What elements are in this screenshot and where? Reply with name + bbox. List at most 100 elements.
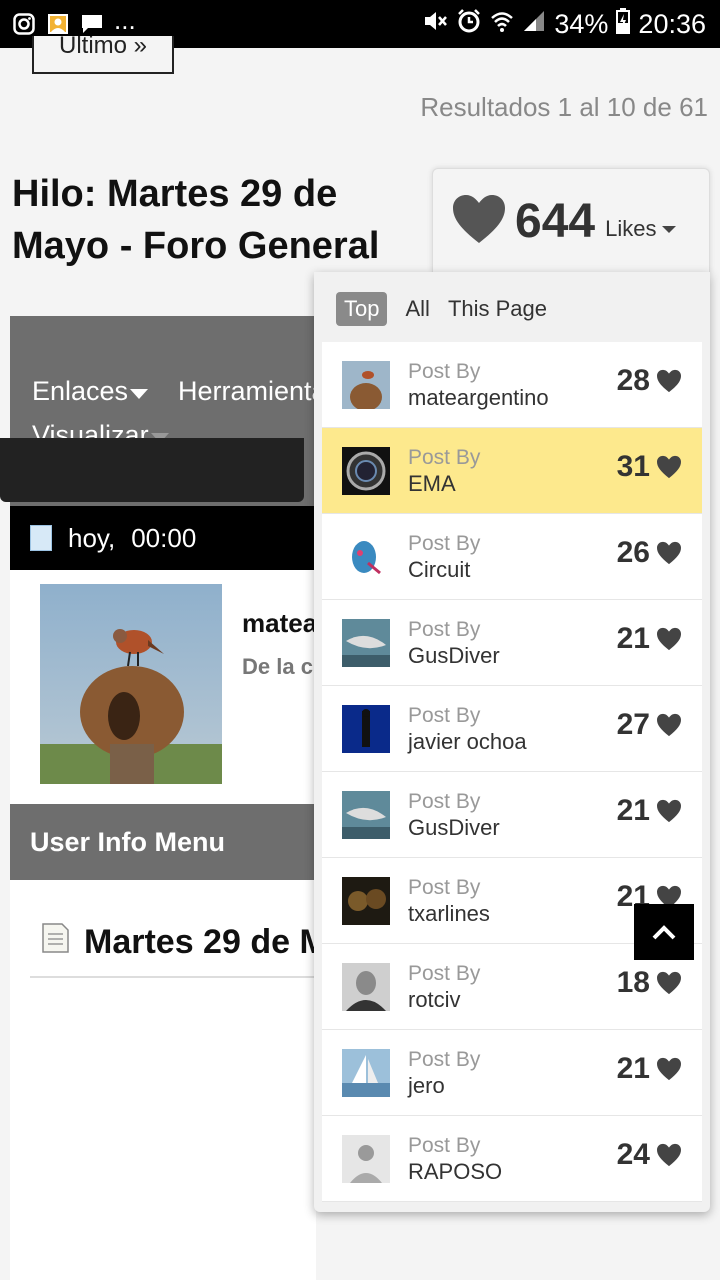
heart-icon [657, 713, 681, 737]
mute-icon [422, 9, 448, 40]
post-by-label: Post By [408, 531, 481, 555]
chevron-down-icon [662, 226, 677, 233]
liker-username[interactable]: Circuit [408, 557, 480, 583]
post-by-label: Post By [408, 445, 481, 469]
user-avatar [342, 790, 390, 839]
like-count: 28 [617, 364, 682, 398]
author-avatar[interactable] [40, 584, 222, 784]
tab-all[interactable]: All [405, 292, 429, 326]
tab-this-page[interactable]: This Page [448, 292, 547, 326]
signal-icon [522, 9, 546, 40]
like-count: 31 [617, 450, 682, 484]
last-page-button[interactable]: Último » [32, 36, 174, 74]
like-count-value: 21 [616, 622, 650, 655]
user-avatar [342, 1134, 390, 1183]
post-by-label: Post By [408, 789, 481, 813]
liker-username[interactable]: RAPOSO [408, 1159, 502, 1185]
post-by-label: Post By [408, 961, 481, 985]
post-by-label: Post By [408, 359, 481, 383]
post-document-icon [40, 922, 70, 963]
liker-username[interactable]: EMA [408, 471, 480, 497]
heart-icon [657, 1057, 681, 1081]
post-by-label: Post By [408, 617, 481, 641]
list-item[interactable]: Post By Circuit 26 [322, 514, 702, 600]
heart-icon [657, 627, 681, 651]
nav-enlaces-label: Enlaces [32, 376, 129, 406]
like-count: 27 [617, 708, 682, 742]
nav-dropdown-overlay [0, 438, 304, 502]
liker-username[interactable]: jero [408, 1073, 480, 1099]
user-avatar [342, 962, 390, 1011]
like-count: 26 [617, 536, 682, 570]
like-count: 24 [617, 1138, 682, 1172]
like-count-value: 21 [616, 1052, 650, 1085]
user-info-menu-label: User Info Menu [30, 826, 226, 857]
user-info-menu[interactable]: User Info Menu [10, 804, 316, 880]
user-avatar [342, 618, 390, 667]
alarm-icon [456, 8, 482, 41]
tab-top[interactable]: Top [336, 292, 388, 326]
post-time: 00:00 [131, 522, 197, 553]
user-avatar [342, 876, 390, 925]
liker-username[interactable]: GusDiver [408, 643, 500, 669]
post-by-label: Post By [408, 1133, 481, 1157]
list-item[interactable]: Post By javier ochoa 27 [322, 686, 702, 772]
like-count-value: 31 [616, 450, 650, 483]
post-date: hoy, [68, 522, 116, 553]
user-avatar [342, 446, 390, 495]
nav-enlaces[interactable]: Enlaces [32, 376, 149, 407]
post-by-label: Post By [408, 1047, 481, 1071]
battery-icon [616, 7, 631, 41]
likes-tabs: Top All This Page [336, 292, 547, 326]
user-avatar [342, 704, 390, 753]
last-page-label: Último » [58, 36, 148, 59]
user-avatar [342, 360, 390, 409]
post-by-label: Post By [408, 875, 481, 899]
liker-username[interactable]: txarlines [408, 901, 490, 927]
list-item[interactable]: Post By mateargentino 28 [322, 342, 702, 428]
list-item[interactable]: Post By GusDiver 21 [322, 772, 702, 858]
scroll-to-top-button[interactable] [634, 904, 694, 960]
like-count-value: 28 [616, 364, 650, 397]
chevron-up-icon [652, 925, 676, 940]
post-author-area: mateargentino De la ciudad [10, 570, 421, 804]
wifi-icon [490, 9, 514, 40]
list-item[interactable]: Post By jero 21 [322, 1030, 702, 1116]
clock: 20:36 [638, 8, 706, 39]
liker-username[interactable]: javier ochoa [408, 729, 527, 755]
like-count-value: 24 [616, 1138, 650, 1171]
likes-panel: Top All This Page Post By mateargentino … [314, 272, 710, 1212]
liker-username[interactable]: mateargentino [408, 385, 549, 411]
liker-username[interactable]: rotciv [408, 987, 480, 1013]
likes-count: 644 [515, 195, 596, 248]
caret-down-icon [130, 388, 149, 399]
liker-username[interactable]: GusDiver [408, 815, 500, 841]
list-item[interactable]: Post By GusDiver 21 [322, 600, 702, 686]
heart-icon [657, 369, 681, 393]
heart-icon [657, 541, 681, 565]
like-count: 21 [617, 794, 682, 828]
post-date-bar: hoy, 00:00 [10, 506, 316, 570]
like-count: 18 [617, 966, 682, 1000]
like-count-value: 21 [616, 794, 650, 827]
battery-percent: 34% [554, 8, 609, 39]
divider [30, 976, 316, 978]
document-icon [30, 525, 52, 551]
chat-icon [80, 12, 104, 36]
list-item[interactable]: Post By EMA 31 [322, 428, 702, 514]
results-count: Resultados 1 al 10 de 61 [420, 92, 708, 122]
user-avatar [342, 532, 390, 581]
likes-label: Likes [605, 215, 657, 241]
like-count-value: 18 [616, 966, 650, 999]
likes-dropdown-toggle[interactable]: 644 Likes [432, 168, 710, 274]
heart-icon [657, 799, 681, 823]
like-count-value: 27 [616, 708, 650, 741]
likes-list: Post By mateargentino 28 Post By EMA 31 [322, 342, 702, 1202]
like-count: 21 [617, 622, 682, 656]
contact-icon [46, 12, 70, 36]
like-count: 21 [617, 1052, 682, 1086]
user-avatar [342, 1048, 390, 1097]
nav-herramientas[interactable]: Herramientas [178, 376, 330, 407]
list-item[interactable]: Post By RAPOSO 24 [322, 1116, 702, 1202]
heart-icon [657, 455, 681, 479]
